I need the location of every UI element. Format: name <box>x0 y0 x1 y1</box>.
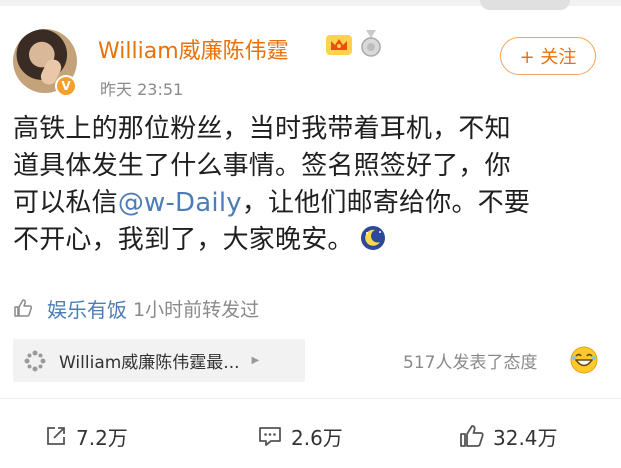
follow-button[interactable]: + 关注 <box>500 37 596 75</box>
pinwheel-icon <box>24 350 46 371</box>
content-line-3-end: ，让他们邮寄给你。不要 <box>241 188 531 218</box>
verified-badge-icon: V <box>55 75 77 97</box>
author-name[interactable]: William威廉陈伟霆 <box>98 33 289 65</box>
content-line-4: 不开心，我到了，大家晚安。 <box>13 222 613 259</box>
content-line-3-start: 可以私信 <box>13 188 118 218</box>
divider <box>0 398 621 399</box>
liked-by-meta: 1小时前转发过 <box>133 298 260 321</box>
like-icon <box>460 425 484 447</box>
liked-by-row: 娱乐有饭 1小时前转发过 <box>13 293 259 323</box>
repost-button[interactable]: 7.2万 <box>44 420 128 452</box>
comment-icon <box>259 427 281 446</box>
like-count: 32.4万 <box>493 425 558 450</box>
chevron-right-icon: ▶ <box>251 355 260 366</box>
mention-link[interactable]: @w-Daily <box>118 188 242 218</box>
reactions-count[interactable]: 517人发表了态度 <box>403 348 537 373</box>
liked-by-source-link[interactable]: 娱乐有饭 <box>47 294 127 323</box>
post-content: 高铁上的那位粉丝，当时我带着耳机，不知 道具体发生了什么事情。签名照签好了，你 … <box>13 111 613 259</box>
comment-button[interactable]: 2.6万 <box>257 420 343 452</box>
content-line-2: 道具体发生了什么事情。签名照签好了，你 <box>13 151 511 181</box>
like-button[interactable]: 32.4万 <box>459 420 558 452</box>
topic-card[interactable]: William威廉陈伟霆最... ▶ <box>13 339 305 382</box>
top-edge <box>0 0 621 10</box>
content-line-4-text: 不开心，我到了，大家晚安。 <box>13 225 354 255</box>
action-bar: 7.2万 2.6万 32.4万 <box>0 420 621 452</box>
topic-card-title: William威廉陈伟霆最... <box>59 353 240 373</box>
comment-count: 2.6万 <box>291 425 343 450</box>
follow-label: + 关注 <box>519 47 577 68</box>
crown-icon[interactable] <box>325 33 353 57</box>
post-time: 昨天 23:51 <box>100 80 184 99</box>
repost-icon <box>47 427 65 445</box>
medal-icon[interactable] <box>360 30 382 58</box>
content-line-1: 高铁上的那位粉丝，当时我带着耳机，不知 <box>13 114 511 144</box>
repost-count: 7.2万 <box>76 425 128 450</box>
laugh-emoji-icon[interactable] <box>569 345 599 375</box>
content-line-3: 可以私信@w-Daily，让他们邮寄给你。不要 <box>13 185 613 222</box>
thumbs-up-icon <box>14 299 33 317</box>
moon-emoji-icon <box>360 226 385 250</box>
